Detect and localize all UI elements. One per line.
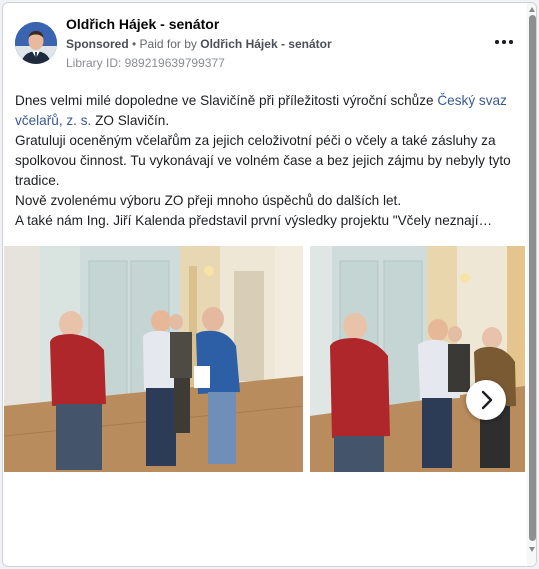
post-paragraph-1: Dnes velmi milé dopoledne ve Slavičíně p…: [15, 91, 525, 131]
author-avatar[interactable]: [15, 22, 57, 64]
sponsored-line: Sponsored • Paid for by Oldřich Hájek - …: [66, 37, 332, 51]
carousel-photo-1[interactable]: [4, 246, 303, 472]
scroll-down-arrow-icon[interactable]: [529, 547, 535, 552]
separator-dot: •: [128, 37, 140, 51]
carousel-next-button[interactable]: [466, 380, 506, 420]
chevron-right-icon: [481, 390, 493, 410]
post-paragraph-3: Nově zvolenému výboru ZO přeji mnoho úsp…: [15, 193, 402, 208]
more-options-icon[interactable]: [494, 33, 514, 49]
ad-post-card: Oldřich Hájek - senátor Sponsored • Paid…: [2, 2, 537, 567]
post-paragraph-4: A také nám Ing. Jiří Kalenda představil …: [15, 213, 493, 228]
carousel-photo-2[interactable]: [310, 246, 525, 472]
library-id: Library ID: 989219639799377: [66, 56, 225, 70]
post-text-segment: ZO Slavičín.: [91, 113, 170, 128]
paid-for-by-name[interactable]: Oldřich Hájek - senátor: [200, 37, 331, 51]
post-text-segment: Dnes velmi milé dopoledne ve Slavičíně p…: [15, 93, 438, 108]
post-body: Dnes velmi milé dopoledne ve Slavičíně p…: [15, 91, 525, 231]
post-paragraph-2: Gratuluji oceněným včelařům za jejich ce…: [15, 133, 511, 188]
scroll-up-arrow-icon[interactable]: [529, 7, 535, 12]
author-name[interactable]: Oldřich Hájek - senátor: [66, 16, 219, 32]
sponsored-label: Sponsored: [66, 37, 129, 51]
paid-for-by-prefix: Paid for by: [139, 37, 201, 51]
scrollbar-thumb[interactable]: [529, 15, 536, 541]
